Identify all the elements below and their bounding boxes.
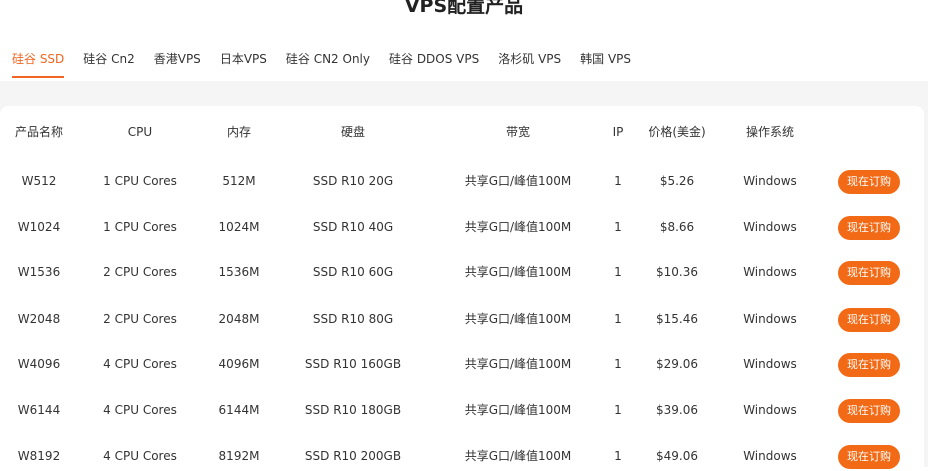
table-row: W512 1 CPU Cores 512M SSD R10 20G 共享G口/峰… [0,166,924,196]
os-value: Windows [743,357,797,371]
cpu-value: 4 CPU Cores [103,403,177,417]
cpu-value: 2 CPU Cores [103,312,177,326]
product-name: W512 [21,174,57,188]
cpu-value: 1 CPU Cores [103,220,177,234]
ram-value: 1024M [218,220,260,234]
product-table: 产品名称 CPU 内存 硬盘 带宽 IP 价格(美金) 操作系统 W512 1 … [0,106,924,469]
order-cell: 现在订购 [838,166,900,196]
cpu-value: 4 CPU Cores [103,357,177,371]
os-value: Windows [743,174,797,188]
table-header-row: 产品名称 CPU 内存 硬盘 带宽 IP 价格(美金) 操作系统 [0,117,924,147]
table-row: W4096 4 CPU Cores 4096M SSD R10 160GB 共享… [0,349,924,379]
tab-silicon-valley-cn2[interactable]: 硅谷 Cn2 [83,48,134,78]
product-name: W1536 [17,265,61,279]
tab-silicon-valley-ssd[interactable]: 硅谷 SSD [12,48,65,78]
tab-silicon-valley-cn2-only[interactable]: 硅谷 CN2 Only [286,48,370,78]
ram-value: 4096M [218,357,260,371]
os-value: Windows [743,403,797,417]
price-value: $15.46 [656,312,698,326]
order-cell: 现在订购 [838,257,900,287]
order-now-button[interactable]: 现在订购 [838,170,900,194]
disk-value: SSD R10 80G [312,312,394,326]
price-value: $39.06 [656,403,698,417]
product-tabs: 硅谷 SSD 硅谷 Cn2 香港VPS 日本VPS 硅谷 CN2 Only 硅谷… [12,48,650,78]
order-cell: 现在订购 [838,304,900,334]
order-cell: 现在订购 [838,349,900,379]
bandwidth-value: 共享G口/峰值100M [464,174,572,188]
product-name: W4096 [17,357,61,371]
ram-value: 1536M [218,265,260,279]
tab-hong-kong-vps[interactable]: 香港VPS [154,48,201,78]
order-cell: 现在订购 [838,395,900,425]
order-now-button[interactable]: 现在订购 [838,261,900,285]
table-row: W1024 1 CPU Cores 1024M SSD R10 40G 共享G口… [0,212,924,242]
os-value: Windows [743,312,797,326]
ip-value: 1 [614,357,622,371]
ip-value: 1 [614,265,622,279]
header-os: 操作系统 [745,125,794,139]
tab-japan-vps[interactable]: 日本VPS [220,48,267,78]
disk-value: SSD R10 160GB [304,357,402,371]
cpu-value: 1 CPU Cores [103,174,177,188]
ip-value: 1 [614,220,622,234]
table-row: W2048 2 CPU Cores 2048M SSD R10 80G 共享G口… [0,304,924,334]
bandwidth-value: 共享G口/峰值100M [464,265,572,279]
disk-value: SSD R10 60G [312,265,394,279]
disk-value: SSD R10 20G [312,174,394,188]
order-now-button[interactable]: 现在订购 [838,445,900,469]
order-now-button[interactable]: 现在订购 [838,353,900,377]
ip-value: 1 [614,312,622,326]
header-cpu: CPU [127,125,153,139]
order-cell: 现在订购 [838,212,900,242]
header-ram: 内存 [226,125,251,139]
bandwidth-value: 共享G口/峰值100M [464,312,572,326]
table-row: W6144 4 CPU Cores 6144M SSD R10 180GB 共享… [0,395,924,425]
os-value: Windows [743,265,797,279]
header-ip: IP [612,125,624,139]
ip-value: 1 [614,403,622,417]
os-value: Windows [743,220,797,234]
product-name: W2048 [17,312,61,326]
tab-silicon-valley-ddos-vps[interactable]: 硅谷 DDOS VPS [389,48,479,78]
tab-los-angeles-vps[interactable]: 洛杉矶 VPS [498,48,561,78]
ip-value: 1 [614,174,622,188]
page-title: VPS配置产品 [404,0,524,17]
ram-value: 512M [222,174,256,188]
order-now-button[interactable]: 现在订购 [838,216,900,240]
bandwidth-value: 共享G口/峰值100M [464,357,572,371]
price-value: $8.66 [659,220,695,234]
tab-korea-vps[interactable]: 韩国 VPS [580,48,631,78]
order-now-button[interactable]: 现在订购 [838,399,900,423]
ram-value: 6144M [218,403,260,417]
disk-value: SSD R10 180GB [304,403,402,417]
price-value: $10.36 [656,265,698,279]
header-disk: 硬盘 [340,125,365,139]
header-name: 产品名称 [14,125,63,139]
product-name: W6144 [17,403,61,417]
table-row: W1536 2 CPU Cores 1536M SSD R10 60G 共享G口… [0,257,924,287]
product-name: W1024 [17,220,61,234]
header-bandwidth: 带宽 [505,125,530,139]
ram-value: 2048M [218,312,260,326]
header-price: 价格(美金) [648,125,706,139]
price-value: $29.06 [656,357,698,371]
price-value: $5.26 [659,174,695,188]
cpu-value: 2 CPU Cores [103,265,177,279]
bandwidth-value: 共享G口/峰值100M [464,403,572,417]
disk-value: SSD R10 40G [312,220,394,234]
order-now-button[interactable]: 现在订购 [838,308,900,332]
bandwidth-value: 共享G口/峰值100M [464,220,572,234]
